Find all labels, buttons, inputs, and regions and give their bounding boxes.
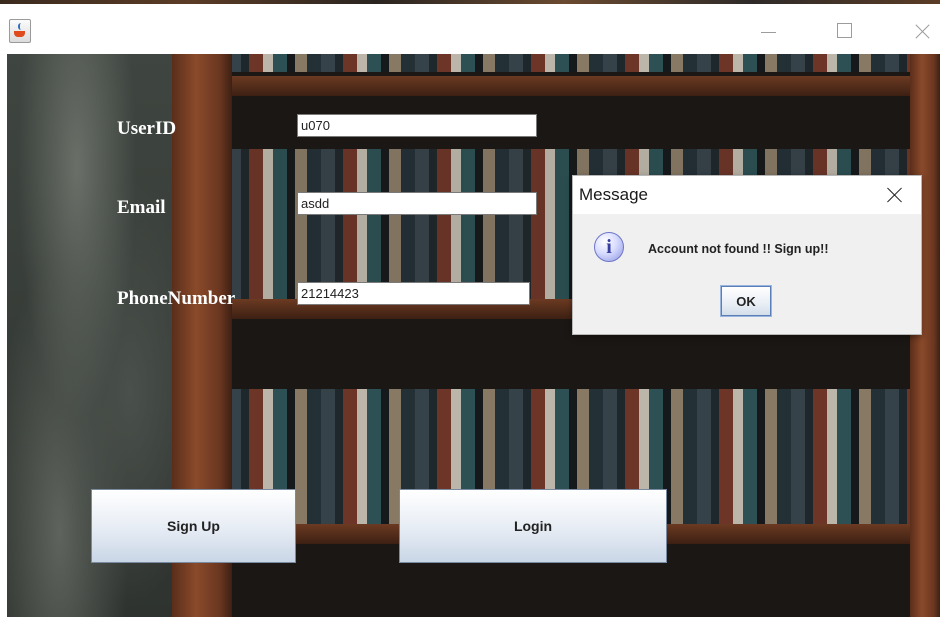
steam-shape (18, 23, 24, 30)
info-icon: i (594, 232, 624, 262)
sign-up-button[interactable]: Sign Up (91, 489, 296, 563)
books-row-top (227, 54, 917, 72)
email-label: Email (117, 197, 166, 218)
phone-number-input[interactable]: 21214423 (297, 282, 530, 305)
dialog-titlebar[interactable]: Message (573, 176, 921, 214)
userid-label: UserID (117, 118, 177, 139)
email-input[interactable]: asdd (297, 192, 537, 215)
java-cup-icon[interactable] (9, 19, 31, 43)
minimize-button[interactable] (748, 12, 788, 48)
dialog-title: Message (579, 185, 648, 204)
maximize-button[interactable] (825, 12, 865, 48)
dialog-message: Account not found !! Sign up!! (648, 242, 829, 256)
cup-shape (14, 31, 25, 37)
login-button[interactable]: Login (399, 489, 667, 563)
close-window-button[interactable] (900, 12, 940, 48)
message-dialog: Message i Account not found !! Sign up!!… (572, 175, 922, 335)
userid-input[interactable]: u070 (297, 114, 537, 137)
shelf-plank-top (207, 76, 917, 96)
phone-number-label: PhoneNumber (117, 288, 236, 309)
shelf-post-right (910, 54, 940, 617)
window-titlebar (0, 0, 950, 54)
ok-button[interactable]: OK (720, 285, 772, 317)
window-top-strip (0, 0, 940, 4)
dialog-close-icon[interactable] (879, 182, 909, 208)
